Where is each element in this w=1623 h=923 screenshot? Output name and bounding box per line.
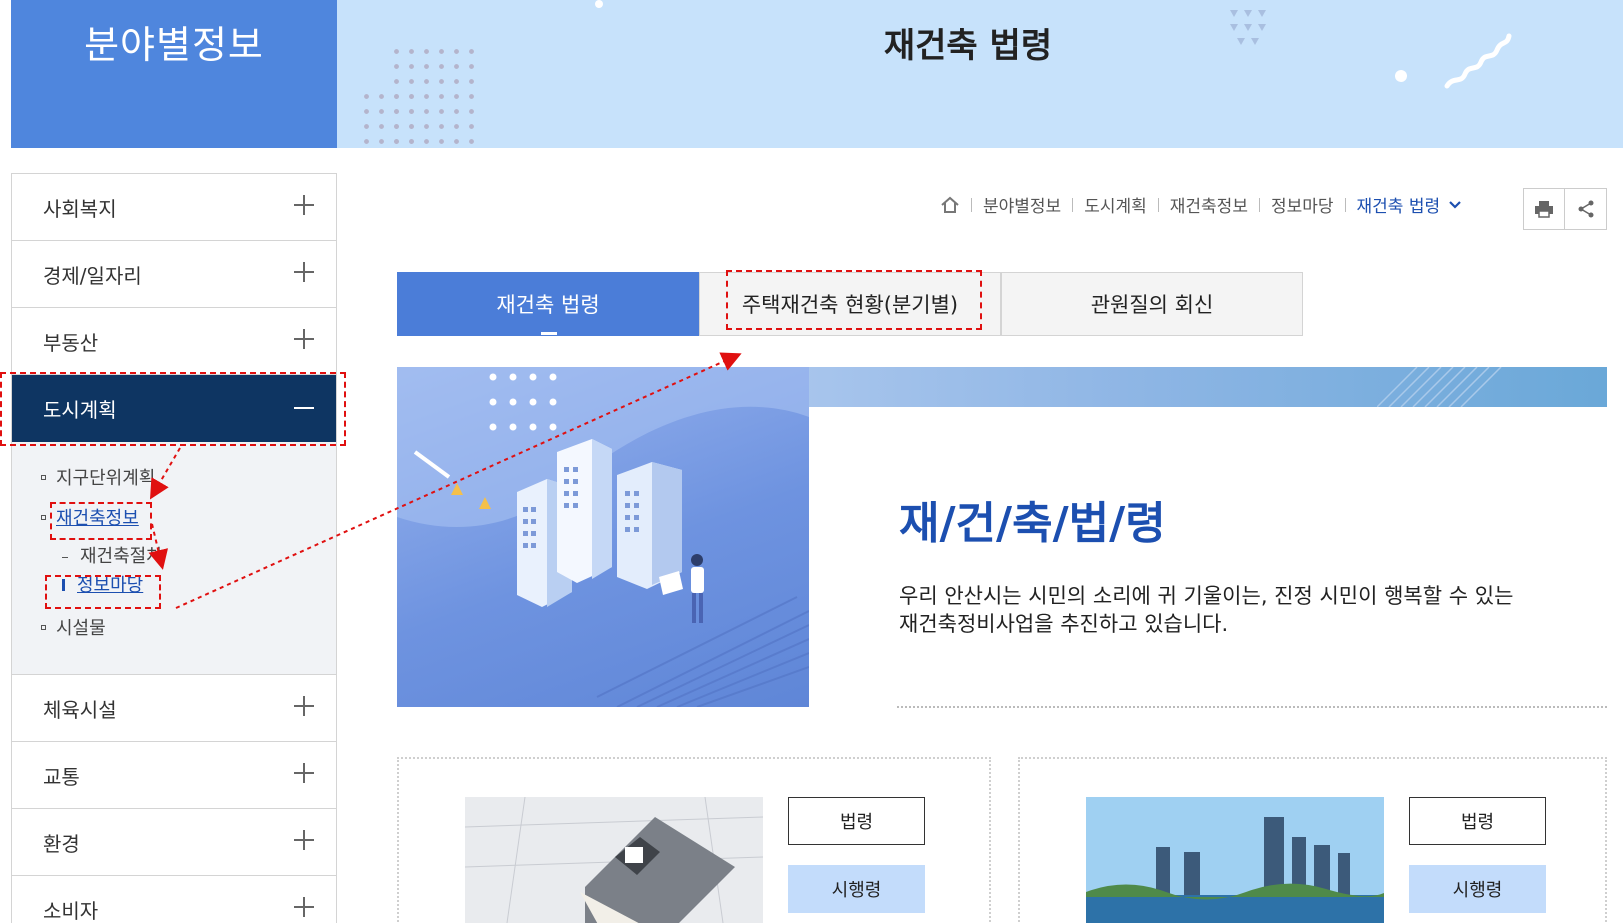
sidebar-item-label: 사회복지: [43, 196, 117, 221]
page-header: 재건축 법령: [337, 0, 1623, 148]
print-button[interactable]: [1524, 189, 1566, 229]
enforcement-decree-button[interactable]: 시행령: [788, 865, 925, 913]
law-button[interactable]: 법령: [788, 797, 925, 845]
sidebar-item-label: 부동산: [43, 330, 99, 355]
plus-icon: [294, 329, 314, 349]
enforcement-decree-button[interactable]: 시행령: [1409, 865, 1546, 913]
bullet-icon: [41, 474, 46, 480]
breadcrumb-item[interactable]: 재건축정보: [1170, 192, 1248, 217]
annotation-box: [726, 270, 982, 330]
decorative-dot: [1395, 70, 1407, 82]
breadcrumb-separator: [1072, 197, 1074, 212]
sidebar-item-consumer[interactable]: 소비자: [12, 876, 336, 923]
plus-icon: [294, 696, 314, 716]
sidebar-item-label: 체육시설: [43, 697, 117, 722]
plus-icon: [294, 262, 314, 282]
decorative-stripes: [1377, 367, 1502, 407]
share-button[interactable]: [1565, 189, 1606, 229]
page-title: 재건축 법령: [883, 26, 1053, 66]
sidebar-item-label: 환경: [43, 831, 80, 856]
breadcrumb-item[interactable]: 도시계획: [1084, 192, 1147, 217]
sidebar-item-realestate[interactable]: 부동산: [12, 308, 336, 375]
bullet-icon: [41, 514, 46, 520]
city-illustration: [1086, 797, 1384, 923]
sidebar-item-sports[interactable]: 체육시설: [12, 675, 336, 742]
breadcrumb: 분야별정보 도시계획 재건축정보 정보마당 재건축 법령: [940, 192, 1462, 217]
page-tools: [1523, 188, 1607, 230]
house-image: [465, 797, 763, 923]
breadcrumb-separator: [971, 197, 972, 212]
divider: [897, 706, 1607, 708]
sidebar-item-welfare[interactable]: 사회복지: [12, 174, 336, 241]
share-icon: [1578, 200, 1593, 218]
buildings-illustration: [397, 367, 809, 707]
sidebar-nav: 사회복지 경제/일자리 부동산 도시계획 지구단위계획 재건축정보 재건축절차 …: [11, 173, 337, 923]
decorative-triangles: [1230, 10, 1266, 45]
law-card-housing: 법령 시행령: [397, 757, 991, 923]
breadcrumb-item[interactable]: 정보마당: [1271, 192, 1334, 217]
sidebar-item-label: 경제/일자리: [43, 263, 142, 288]
plus-icon: [294, 195, 314, 215]
tab-inquiry-reply[interactable]: 관원질의 회신: [1001, 272, 1303, 336]
city-image: [1086, 797, 1384, 923]
home-icon[interactable]: [940, 196, 960, 214]
bullet-icon: [41, 624, 46, 630]
submenu-item-facilities[interactable]: 시설물: [41, 614, 106, 640]
breadcrumb-separator: [1157, 197, 1159, 212]
submenu-item-district-plan[interactable]: 지구단위계획: [41, 464, 155, 490]
breadcrumb-separator: [1344, 197, 1346, 212]
sidebar-submenu: 지구단위계획 재건축정보 재건축절차 정보마당 시설물: [12, 442, 336, 675]
tab-reconstruction-law[interactable]: 재건축 법령: [397, 272, 699, 336]
banner-text-panel: 재/건/축/법/령 우리 안산시는 시민의 소리에 귀 기울이는, 진정 시민이…: [809, 407, 1607, 707]
printer-icon: [1535, 201, 1553, 218]
breadcrumb-current[interactable]: 재건축 법령: [1357, 192, 1441, 217]
section-title: 분야별정보: [84, 23, 264, 67]
submenu-item-reconstruction-procedure[interactable]: 재건축절차: [62, 542, 163, 568]
annotation-box: [50, 502, 152, 540]
annotation-box: [0, 372, 346, 446]
sidebar-item-label: 소비자: [43, 898, 99, 923]
section-header: 분야별정보: [11, 0, 337, 148]
plus-icon: [294, 830, 314, 850]
sidebar-item-environment[interactable]: 환경: [12, 809, 336, 876]
banner-title: 재/건/축/법/령: [899, 498, 1166, 549]
annotation-box: [45, 575, 161, 609]
house-illustration: [465, 797, 763, 923]
dash-icon: [62, 556, 68, 558]
chevron-down-icon[interactable]: [1448, 200, 1462, 210]
sidebar-item-label: 교통: [43, 764, 80, 789]
law-button[interactable]: 법령: [1409, 797, 1546, 845]
sidebar-item-traffic[interactable]: 교통: [12, 742, 336, 809]
decorative-dot: [595, 0, 603, 8]
law-card-urban: 법령 시행령: [1018, 757, 1607, 923]
plus-icon: [294, 897, 314, 917]
plus-icon: [294, 763, 314, 783]
breadcrumb-item[interactable]: 분야별정보: [983, 192, 1061, 217]
sidebar-item-economy[interactable]: 경제/일자리: [12, 241, 336, 308]
decorative-squiggle: [1444, 33, 1512, 89]
banner-illustration: [397, 367, 809, 707]
breadcrumb-separator: [1258, 197, 1260, 212]
banner-description: 우리 안산시는 시민의 소리에 귀 기울이는, 진정 시민이 행복할 수 있는 …: [899, 584, 1514, 636]
